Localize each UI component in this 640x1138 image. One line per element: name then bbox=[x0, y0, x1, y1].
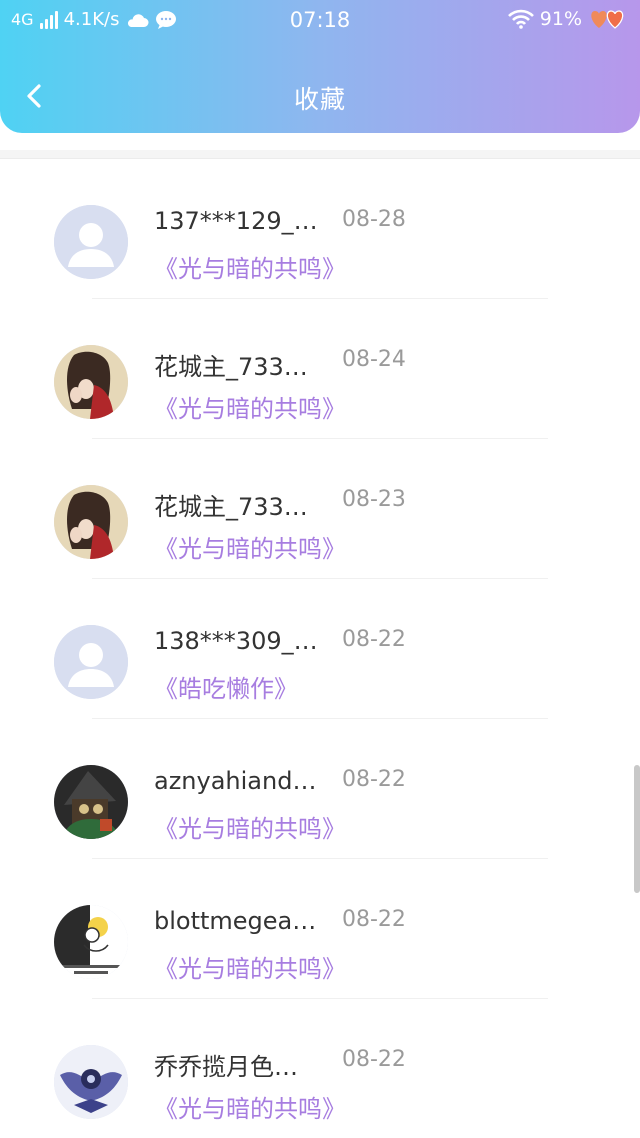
avatar[interactable] bbox=[54, 345, 128, 419]
book-title-link[interactable]: 《光与暗的共鸣》 bbox=[154, 949, 346, 984]
user-name: 乔乔揽月色… bbox=[154, 1053, 298, 1081]
avatar[interactable] bbox=[54, 905, 128, 979]
user-photo-icon bbox=[54, 345, 128, 419]
app-header: 4G 4.1K/s 07:18 91% 收藏 bbox=[0, 0, 640, 133]
list-item[interactable]: 花城主_733… 08-24 《光与暗的共鸣》 bbox=[0, 299, 640, 439]
book-title-link[interactable]: 《光与暗的共鸣》 bbox=[154, 249, 346, 284]
battery-level: 91% bbox=[539, 8, 582, 30]
list-item[interactable]: blottmegea… 08-22 《光与暗的共鸣》 bbox=[0, 859, 640, 999]
favorite-date: 08-24 bbox=[342, 347, 406, 372]
avatar[interactable] bbox=[54, 485, 128, 559]
user-name: aznyahiand… bbox=[154, 767, 317, 795]
book-title-link[interactable]: 《光与暗的共鸣》 bbox=[154, 529, 346, 564]
top-divider bbox=[0, 150, 640, 159]
list-item[interactable]: 花城主_733… 08-23 《光与暗的共鸣》 bbox=[0, 439, 640, 579]
favorites-list: 137***129_… 08-28 《光与暗的共鸣》 花城主_733… 08-2… bbox=[0, 159, 640, 1138]
book-title-link[interactable]: 《皓吃懒作》 bbox=[154, 669, 298, 704]
default-avatar-icon bbox=[54, 625, 128, 699]
wifi-icon bbox=[507, 9, 534, 29]
list-item[interactable]: aznyahiand… 08-22 《光与暗的共鸣》 bbox=[0, 719, 640, 859]
book-title-link[interactable]: 《光与暗的共鸣》 bbox=[154, 389, 346, 424]
user-name: 138***309_… bbox=[154, 627, 318, 655]
book-title-link[interactable]: 《光与暗的共鸣》 bbox=[154, 1089, 346, 1124]
favorite-date: 08-22 bbox=[342, 907, 406, 932]
favorite-date: 08-22 bbox=[342, 1047, 406, 1072]
avatar[interactable] bbox=[54, 625, 128, 699]
user-name: 花城主_733… bbox=[154, 353, 308, 381]
favorite-date: 08-22 bbox=[342, 767, 406, 792]
user-name: blottmegea… bbox=[154, 907, 317, 935]
list-item[interactable]: 乔乔揽月色… 08-22 《光与暗的共鸣》 bbox=[0, 999, 640, 1138]
scrollbar[interactable] bbox=[634, 765, 640, 893]
favorite-date: 08-28 bbox=[342, 207, 406, 232]
favorite-date: 08-23 bbox=[342, 487, 406, 512]
favorite-date: 08-22 bbox=[342, 627, 406, 652]
user-name: 137***129_… bbox=[154, 207, 318, 235]
avatar[interactable] bbox=[54, 205, 128, 279]
book-title-link[interactable]: 《光与暗的共鸣》 bbox=[154, 809, 346, 844]
avatar[interactable] bbox=[54, 765, 128, 839]
default-avatar-icon bbox=[54, 205, 128, 279]
list-item[interactable]: 138***309_… 08-22 《皓吃懒作》 bbox=[0, 579, 640, 719]
status-bar: 4G 4.1K/s 07:18 91% bbox=[0, 0, 640, 44]
user-photo-icon bbox=[54, 485, 128, 559]
list-item[interactable]: 137***129_… 08-28 《光与暗的共鸣》 bbox=[0, 159, 640, 299]
user-photo-icon bbox=[54, 1045, 128, 1119]
user-name: 花城主_733… bbox=[154, 493, 308, 521]
user-photo-icon bbox=[54, 905, 128, 979]
user-photo-icon bbox=[54, 765, 128, 839]
avatar[interactable] bbox=[54, 1045, 128, 1119]
page-title: 收藏 bbox=[293, 85, 346, 114]
status-right: 91% bbox=[507, 8, 628, 30]
hearts-icon bbox=[591, 10, 624, 29]
